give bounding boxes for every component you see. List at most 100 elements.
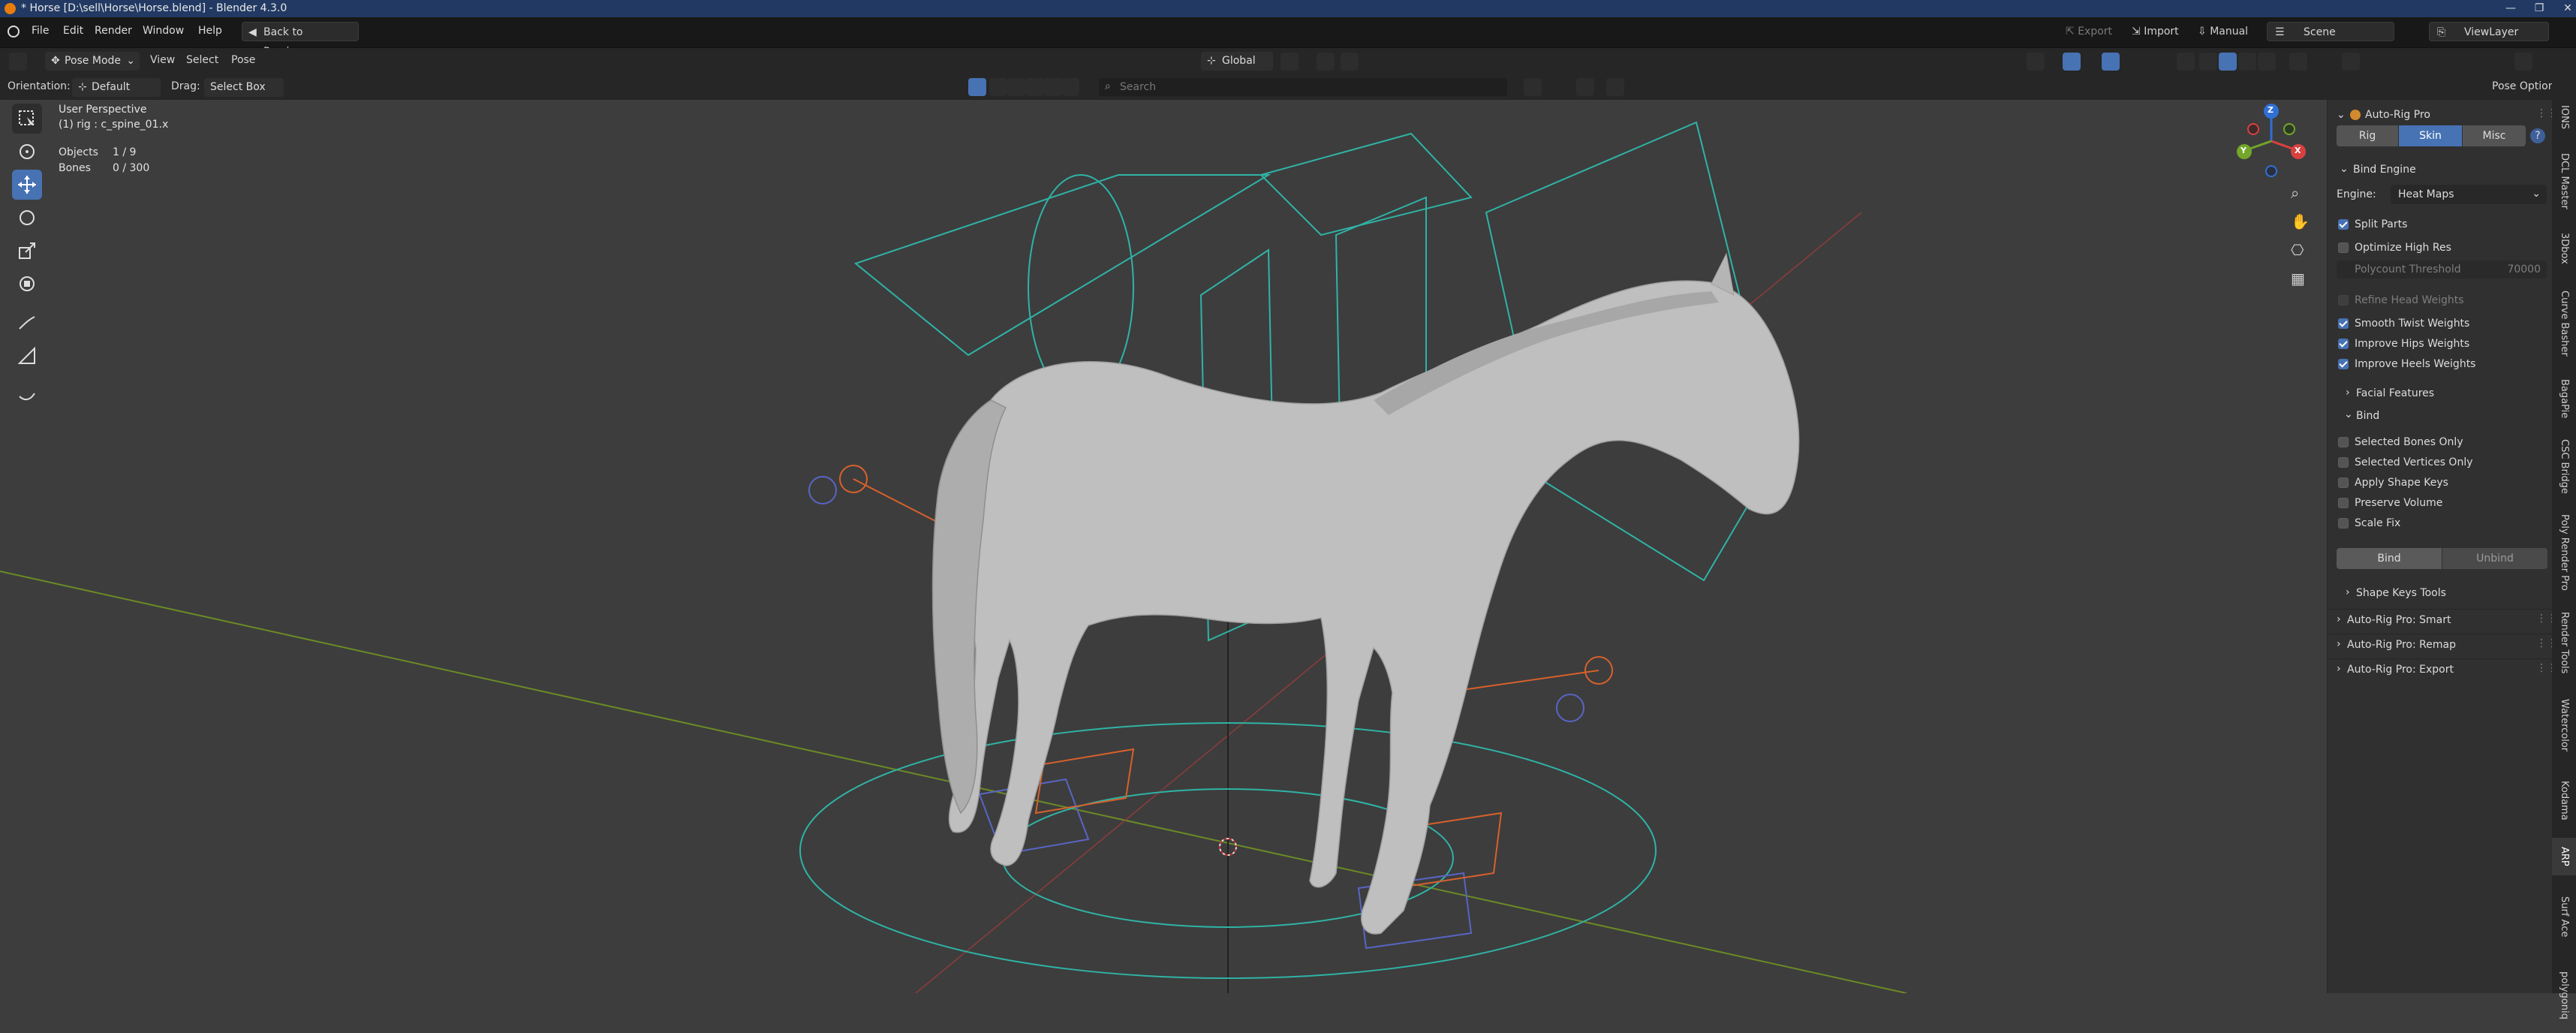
apply-shape-keys-checkbox[interactable] bbox=[2338, 477, 2349, 488]
overlay-toggle-icon[interactable] bbox=[2102, 53, 2120, 71]
improve-hips-checkbox[interactable] bbox=[2338, 339, 2349, 349]
3d-viewport[interactable]: User Perspective (1) rig : c_spine_01.x … bbox=[0, 100, 2327, 993]
tab-3dbox[interactable]: 3Dbox bbox=[2552, 222, 2576, 275]
tab-kodama[interactable]: Kodama bbox=[2552, 770, 2576, 830]
bind-subpanel-header[interactable]: ⌄ Bind bbox=[2328, 406, 2553, 426]
split-parts-row[interactable]: Split Parts bbox=[2328, 216, 2553, 233]
object-type-mesh-icon[interactable] bbox=[989, 78, 1007, 96]
gizmo-toggle-icon[interactable] bbox=[2063, 53, 2081, 71]
bind-engine-header[interactable]: ⌄ Bind Engine bbox=[2328, 160, 2553, 181]
tab-dcl-master[interactable]: DCL Master bbox=[2552, 147, 2576, 215]
bind-button[interactable]: Bind bbox=[2337, 548, 2442, 569]
tab-skin[interactable]: Skin bbox=[2399, 125, 2462, 146]
manual-button[interactable]: ⇩ Manual bbox=[2198, 22, 2248, 41]
optimize-high-res-checkbox[interactable] bbox=[2338, 242, 2349, 253]
close-button[interactable]: ✕ bbox=[2550, 0, 2576, 17]
search-field[interactable]: ⌕ Search bbox=[1099, 78, 1507, 96]
menu-render[interactable]: Render bbox=[95, 25, 132, 37]
tab-bagapie[interactable]: BagaPie bbox=[2552, 372, 2576, 425]
shading-solid-icon[interactable] bbox=[2219, 53, 2237, 71]
tab-watercolor[interactable]: Watercolor bbox=[2552, 688, 2576, 763]
selectability-icon[interactable] bbox=[968, 78, 986, 96]
preserve-volume-row[interactable]: Preserve Volume bbox=[2328, 495, 2553, 511]
menu-edit[interactable]: Edit bbox=[63, 25, 83, 37]
tab-surf-ace[interactable]: Surf Ace bbox=[2552, 883, 2576, 950]
tool-scale[interactable] bbox=[12, 236, 42, 266]
object-type-armature-icon[interactable] bbox=[1025, 78, 1043, 96]
tool-bone-envelope[interactable] bbox=[12, 380, 42, 410]
selected-bones-checkbox[interactable] bbox=[2338, 437, 2349, 447]
visibility-icon[interactable] bbox=[2027, 53, 2045, 71]
menu-help[interactable]: Help bbox=[198, 25, 222, 37]
zoom-icon[interactable]: ⌕ bbox=[2291, 184, 2299, 202]
preserve-volume-checkbox[interactable] bbox=[2338, 498, 2349, 508]
optimize-high-res-row[interactable]: Optimize High Res bbox=[2328, 239, 2553, 256]
selected-bones-row[interactable]: Selected Bones Only bbox=[2328, 434, 2553, 450]
transform-orientation-selector[interactable]: ⊹ Global bbox=[1201, 52, 1273, 71]
mode-selector[interactable]: ✥ Pose Mode ⌄ bbox=[45, 52, 140, 71]
tab-misc[interactable]: Misc bbox=[2463, 125, 2526, 146]
tab-arp[interactable]: ARP bbox=[2552, 838, 2576, 875]
scale-fix-checkbox[interactable] bbox=[2338, 518, 2349, 529]
object-type-light-icon[interactable] bbox=[1043, 78, 1061, 96]
import-button[interactable]: ⇲ Import bbox=[2132, 22, 2179, 41]
back-to-previous-button[interactable]: ◀ Back to Previous bbox=[242, 22, 359, 58]
pose-options-button[interactable]: Pose Options bbox=[2492, 80, 2560, 92]
tab-rig[interactable]: Rig bbox=[2337, 125, 2398, 146]
render-visibility-icon[interactable] bbox=[2514, 53, 2532, 71]
outliner-filter-icon[interactable] bbox=[2342, 53, 2360, 71]
shading-material-icon[interactable] bbox=[2238, 53, 2256, 71]
snap-icon[interactable] bbox=[1317, 53, 1335, 71]
bookmark-icon[interactable] bbox=[1524, 78, 1542, 96]
pivot-icon[interactable] bbox=[1280, 53, 1299, 71]
facial-features-subpanel[interactable]: › Facial Features bbox=[2328, 384, 2553, 403]
xray-icon[interactable] bbox=[2177, 53, 2195, 71]
menu-pose[interactable]: Pose bbox=[231, 54, 255, 66]
tool-measure[interactable] bbox=[12, 341, 42, 371]
shading-rendered-icon[interactable] bbox=[2258, 53, 2276, 71]
pan-hand-icon[interactable]: ✋ bbox=[2291, 212, 2310, 230]
camera-view-icon[interactable]: ⎔ bbox=[2291, 241, 2304, 259]
improve-heels-row[interactable]: Improve Heels Weights bbox=[2328, 356, 2553, 372]
viewlayer-selector[interactable]: ⎘ ViewLayer bbox=[2429, 22, 2549, 41]
tab-poly-render-pro[interactable]: Poly Render Pro bbox=[2552, 507, 2576, 598]
shield-icon[interactable] bbox=[1606, 78, 1624, 96]
tool-move[interactable] bbox=[12, 170, 42, 200]
unbind-button[interactable]: Unbind bbox=[2442, 548, 2547, 569]
shape-keys-tools-subpanel[interactable]: › Shape Keys Tools bbox=[2328, 583, 2553, 603]
smooth-twist-checkbox[interactable] bbox=[2338, 318, 2349, 329]
navigation-gizmo[interactable]: Z X Y bbox=[2234, 104, 2309, 179]
shading-options-icon[interactable] bbox=[2289, 53, 2307, 71]
object-type-curve-icon[interactable] bbox=[1007, 78, 1025, 96]
menu-file[interactable]: File bbox=[32, 25, 49, 37]
tool-rotate[interactable] bbox=[12, 203, 42, 233]
object-type-camera-icon[interactable] bbox=[1061, 78, 1079, 96]
tab-render-tools[interactable]: Render Tools bbox=[2552, 605, 2576, 680]
arp-remap-panel[interactable]: › Auto-Rig Pro: Remap ⋮⋮ bbox=[2328, 634, 2557, 655]
split-parts-checkbox[interactable] bbox=[2338, 219, 2349, 230]
improve-hips-row[interactable]: Improve Hips Weights bbox=[2328, 336, 2553, 352]
perspective-toggle-icon[interactable]: ▦ bbox=[2291, 270, 2305, 288]
shading-wireframe-icon[interactable] bbox=[2199, 53, 2217, 71]
apply-shape-keys-row[interactable]: Apply Shape Keys bbox=[2328, 474, 2553, 491]
menu-view[interactable]: View bbox=[150, 54, 175, 66]
filter-icon[interactable] bbox=[1576, 78, 1594, 96]
improve-heels-checkbox[interactable] bbox=[2338, 359, 2349, 369]
smooth-twist-row[interactable]: Smooth Twist Weights bbox=[2328, 315, 2553, 332]
scale-fix-row[interactable]: Scale Fix bbox=[2328, 515, 2553, 532]
export-button[interactable]: ⇱ Export bbox=[2066, 22, 2112, 41]
tab-ions[interactable]: IONS bbox=[2552, 95, 2576, 140]
tool-select-box[interactable] bbox=[12, 104, 42, 134]
tab-polygoniq[interactable]: polygoniq bbox=[2552, 958, 2576, 1033]
arp-smart-panel[interactable]: › Auto-Rig Pro: Smart ⋮⋮ bbox=[2328, 609, 2557, 631]
help-button[interactable]: ? bbox=[2530, 128, 2545, 143]
tab-curve-basher[interactable]: Curve Basher bbox=[2552, 282, 2576, 365]
orientation-dropdown[interactable]: ⊹ Default bbox=[72, 78, 161, 97]
blender-menu-icon[interactable] bbox=[8, 26, 20, 38]
tool-cursor[interactable] bbox=[12, 137, 42, 167]
drag-dropdown[interactable]: Select Box bbox=[204, 78, 284, 97]
tool-transform[interactable] bbox=[12, 269, 42, 299]
scene-selector[interactable]: ☰ Scene bbox=[2267, 22, 2394, 41]
selected-vertices-row[interactable]: Selected Vertices Only bbox=[2328, 454, 2553, 471]
selected-vertices-checkbox[interactable] bbox=[2338, 457, 2349, 468]
